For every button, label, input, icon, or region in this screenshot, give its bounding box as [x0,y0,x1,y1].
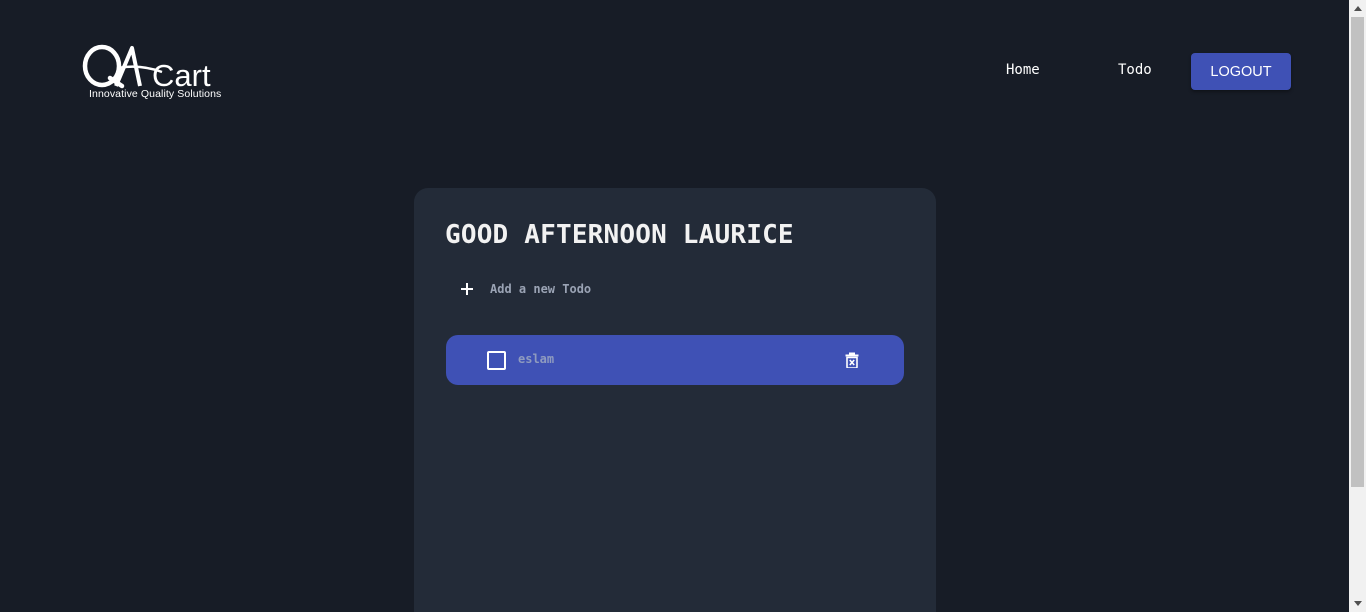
logo-wordmark: Cart [152,58,211,90]
add-todo-button[interactable]: Add a new Todo [460,278,591,300]
scrollbar-thumb[interactable] [1351,17,1364,487]
page-scrollbar[interactable] [1349,0,1366,612]
todo-card: GOOD AFTERNOON LAURICE Add a new Todo es… [414,188,936,612]
qacart-logo[interactable]: Cart Innovative Quality Solutions [82,42,232,102]
nav-home-link[interactable]: Home [1006,62,1040,78]
scroll-up-arrow-icon[interactable] [1349,0,1366,17]
nav-todo-link[interactable]: Todo [1118,62,1152,78]
todo-item-text: eslam [518,352,555,366]
greeting-title: GOOD AFTERNOON LAURICE [445,220,794,250]
plus-icon [461,283,473,295]
logo-tagline: Innovative Quality Solutions [89,88,222,100]
trash-icon[interactable] [845,352,859,368]
todo-checkbox[interactable] [487,351,506,370]
add-todo-label: Add a new Todo [490,282,592,296]
logout-button[interactable]: LOGOUT [1191,53,1291,90]
scroll-down-arrow-icon[interactable] [1349,595,1366,612]
logo-mark: Cart [82,44,211,90]
todo-item: eslam [446,335,904,385]
